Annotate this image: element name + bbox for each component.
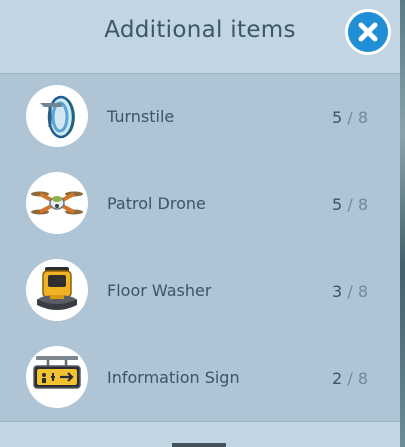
item-name: Information Sign xyxy=(107,368,240,387)
item-name: Floor Washer xyxy=(107,281,212,300)
item-name: Patrol Drone xyxy=(107,194,206,213)
item-count: 5 / 8 xyxy=(332,108,368,127)
panel-title: Additional items xyxy=(104,17,296,43)
item-count: 5 / 8 xyxy=(332,195,368,214)
list-item-floor-washer[interactable]: Floor Washer 3 / 8 xyxy=(0,247,400,334)
turnstile-icon xyxy=(26,85,88,147)
close-button[interactable] xyxy=(345,9,391,55)
additional-items-panel: Additional items Turnstile 5 / 8 Patrol … xyxy=(0,0,400,447)
item-name: Turnstile xyxy=(107,107,175,126)
panel-header: Additional items xyxy=(0,0,400,74)
list-item-turnstile[interactable]: Turnstile 5 / 8 xyxy=(0,73,400,160)
scroll-handle[interactable] xyxy=(172,443,226,447)
item-count: 3 / 8 xyxy=(332,282,368,301)
information-sign-icon xyxy=(26,346,88,408)
list-item-information-sign[interactable]: Information Sign 2 / 8 xyxy=(0,334,400,421)
close-icon xyxy=(358,22,378,42)
list-item-patrol-drone[interactable]: Patrol Drone 5 / 8 xyxy=(0,160,400,247)
patrol-drone-icon xyxy=(26,172,88,234)
floor-washer-icon xyxy=(26,259,88,321)
item-count: 2 / 8 xyxy=(332,369,368,388)
